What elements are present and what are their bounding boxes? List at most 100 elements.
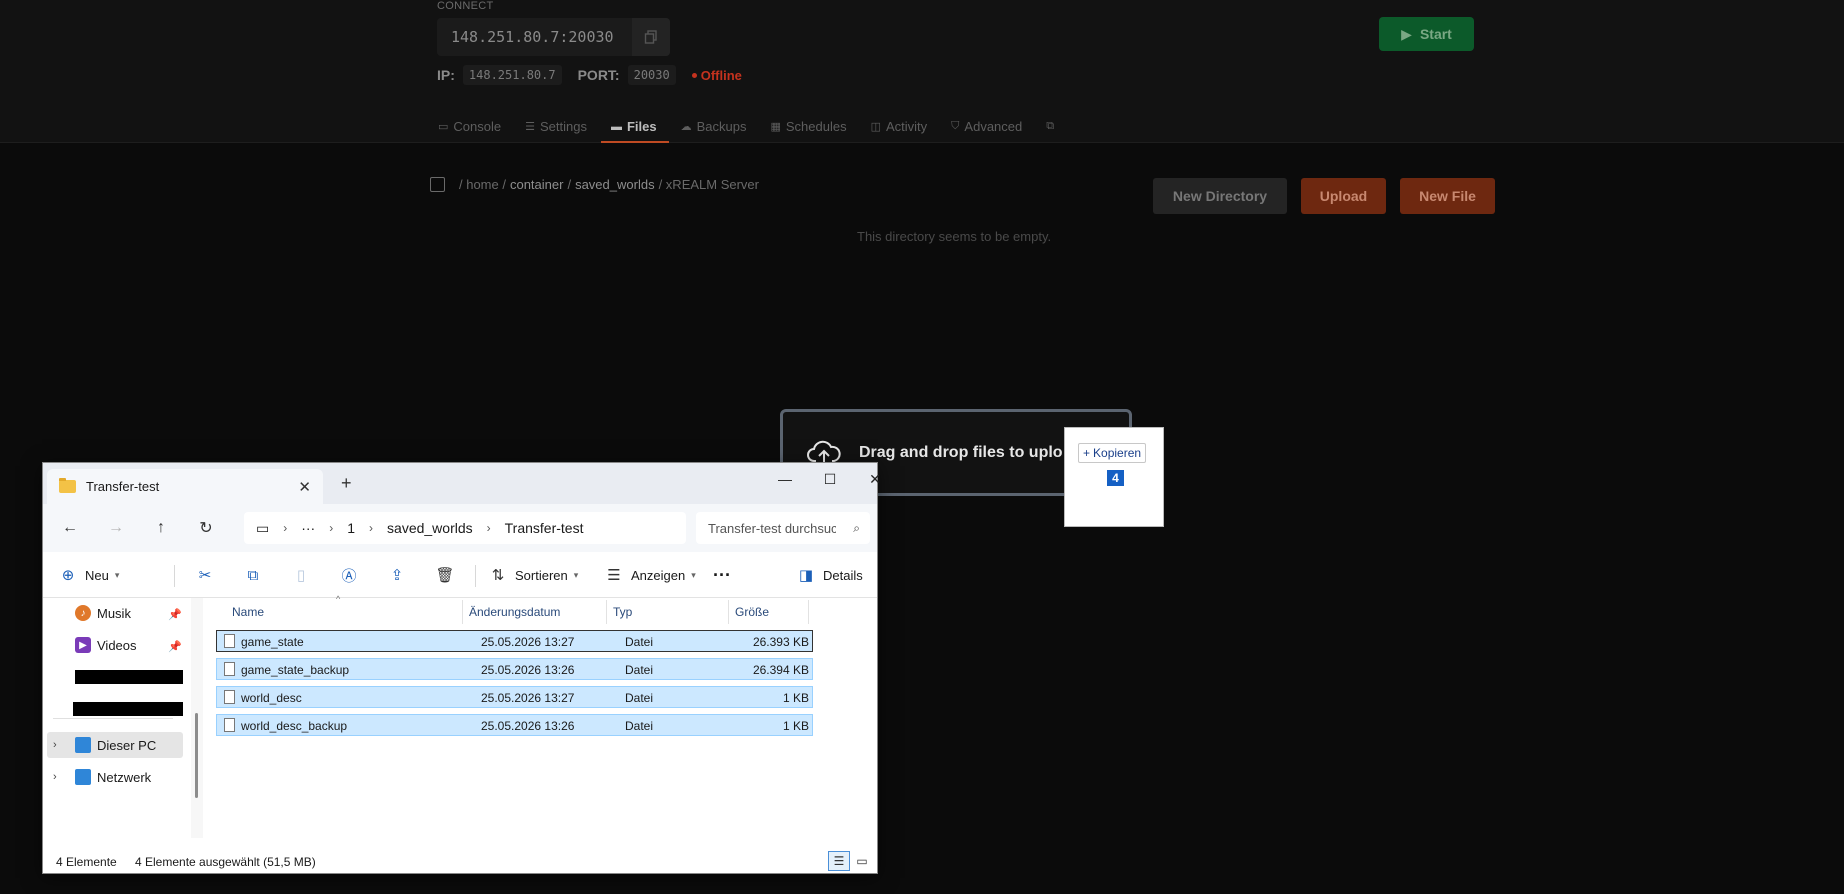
more-options-button[interactable]: ··· <box>713 563 731 587</box>
sort-button[interactable]: ⇅ Sortieren ▾ <box>487 563 579 587</box>
start-button[interactable]: ▶ Start <box>1379 17 1474 51</box>
details-view-button[interactable]: ☰ <box>828 851 850 871</box>
address-field[interactable]: 148.251.80.7:20030 <box>437 18 670 56</box>
paste-button[interactable]: ▯ <box>290 563 312 587</box>
table-row[interactable]: game_state_backup 25.05.2026 13:26 Datei… <box>216 658 813 680</box>
navigation-scrollbar[interactable] <box>191 598 203 838</box>
server-header: CONNECT 148.251.80.7:20030 IP: 148.251.8… <box>0 0 1844 143</box>
tab-settings[interactable]: ☰ Settings <box>525 110 599 143</box>
nav-item-dieser-pc[interactable]: Dieser PC <box>75 737 156 753</box>
status-dot-icon <box>691 72 697 78</box>
new-button[interactable]: ⊕ Neu ▾ <box>57 563 120 587</box>
breadcrumb-container[interactable]: container <box>510 177 563 192</box>
view-label: Anzeigen <box>631 567 686 583</box>
tiles-view-button[interactable]: ▭ <box>851 851 873 871</box>
chevron-right-icon[interactable]: › <box>53 771 57 783</box>
column-header-type[interactable]: Typ <box>607 600 729 624</box>
forward-button[interactable]: → <box>102 516 130 540</box>
column-header-name[interactable]: Name <box>226 600 463 624</box>
nav-item-netzwerk[interactable]: Netzwerk <box>75 769 151 785</box>
new-tab-button[interactable]: + <box>341 473 352 494</box>
calendar-icon: ▦ <box>770 121 781 133</box>
details-pane-icon: ◨ <box>798 567 814 584</box>
tab-files[interactable]: ▬ Files <box>601 110 669 143</box>
share-button[interactable]: ⇪ <box>386 563 408 587</box>
maximize-button[interactable]: ☐ <box>810 467 850 491</box>
path-segment[interactable]: Transfer-test <box>505 520 584 536</box>
port-value: 20030 <box>627 65 676 85</box>
activity-icon: ◫ <box>870 121 881 133</box>
copy-address-button[interactable] <box>632 18 670 56</box>
close-window-button[interactable]: ✕ <box>855 467 895 491</box>
external-link-button[interactable]: ⧉ <box>1046 110 1066 143</box>
tab-activity[interactable]: ◫ Activity <box>871 110 940 143</box>
select-all-checkbox[interactable] <box>430 177 445 192</box>
chevron-down-icon: ▾ <box>573 569 579 580</box>
file-icon <box>224 634 235 648</box>
empty-directory-message: This directory seems to be empty. <box>857 229 1052 244</box>
view-lines-icon: ☰ <box>607 567 621 584</box>
minimize-button[interactable]: ― <box>765 467 805 491</box>
back-button[interactable]: ← <box>56 516 84 540</box>
explorer-tab[interactable]: Transfer-test ✕ <box>47 469 323 504</box>
pin-icon[interactable]: 📌 <box>168 608 182 621</box>
external-link-icon: ⧉ <box>1046 120 1055 132</box>
copy-action-text: Kopieren <box>1093 446 1142 460</box>
tab-backups[interactable]: ☁ Backups <box>681 110 759 143</box>
upload-button[interactable]: Upload <box>1301 178 1386 214</box>
table-row[interactable]: world_desc_backup 25.05.2026 13:26 Datei… <box>216 714 813 736</box>
close-tab-icon[interactable]: ✕ <box>298 478 311 496</box>
copy-icon <box>644 30 657 44</box>
search-input[interactable]: Transfer-test durchsuchen ⌕ <box>696 512 870 544</box>
divider <box>174 565 175 587</box>
rename-button[interactable]: Ⓐ <box>338 563 360 587</box>
cut-button[interactable]: ✂ <box>194 563 216 587</box>
column-header-date[interactable]: Änderungsdatum <box>463 600 607 624</box>
connect-label: CONNECT <box>437 0 494 12</box>
path-segment[interactable]: saved_worlds <box>387 520 473 536</box>
network-icon <box>75 769 91 785</box>
file-icon <box>224 690 235 704</box>
selection-summary: 4 Elemente ausgewählt (51,5 MB) <box>135 855 316 869</box>
view-button[interactable]: ☰ Anzeigen ▾ <box>603 563 695 587</box>
new-directory-button[interactable]: New Directory <box>1153 178 1287 214</box>
tab-console[interactable]: ▭ Console <box>438 110 513 143</box>
table-row[interactable]: game_state 25.05.2026 13:27 Datei 26.393… <box>216 630 813 652</box>
new-file-button[interactable]: New File <box>1400 178 1495 214</box>
column-header-size[interactable]: Größe <box>729 600 809 624</box>
delete-button[interactable]: 🗑 <box>434 563 456 587</box>
pin-icon[interactable]: 📌 <box>168 640 182 653</box>
share-icon: ⇪ <box>390 567 404 584</box>
copy-button[interactable]: ⧉ <box>242 563 264 587</box>
tab-advanced[interactable]: ⛉ Advanced <box>951 110 1034 143</box>
breadcrumb-root[interactable]: / home / <box>459 177 506 192</box>
copy-action-label: + Kopieren <box>1078 443 1147 463</box>
sort-icon: ⇅ <box>491 567 505 584</box>
chevron-right-icon[interactable]: › <box>53 739 57 751</box>
drag-copy-tooltip: + Kopieren 4 <box>1064 427 1164 527</box>
status-bar: 4 Elemente 4 Elemente ausgewählt (51,5 M… <box>43 851 877 873</box>
nav-item-videos[interactable]: ▶ Videos <box>75 637 137 653</box>
up-button[interactable]: ↑ <box>147 516 175 540</box>
path-field[interactable]: ▭ › ··· › 1 › saved_worlds › Transfer-te… <box>244 512 686 544</box>
scissors-icon: ✂ <box>198 567 212 584</box>
tab-schedules[interactable]: ▦ Schedules <box>770 110 858 143</box>
tab-label: Backups <box>696 119 747 134</box>
table-row[interactable]: world_desc 25.05.2026 13:27 Datei 1 KB <box>216 686 813 708</box>
details-button[interactable]: ◨ Details <box>795 563 863 587</box>
breadcrumb-saved-worlds[interactable]: saved_worlds <box>575 177 655 192</box>
clipboard-icon: ▯ <box>296 567 306 584</box>
path-ellipsis[interactable]: ··· <box>301 520 315 536</box>
scrollbar-thumb[interactable] <box>195 713 198 798</box>
tiles-view-icon: ▭ <box>856 854 868 868</box>
file-size: 1 KB <box>782 691 809 705</box>
nav-item-musik[interactable]: ♪ Musik <box>75 605 131 621</box>
path-segment[interactable]: 1 <box>347 520 355 536</box>
chevron-right-icon: › <box>283 521 288 535</box>
tab-label: Schedules <box>785 119 847 134</box>
file-date: 25.05.2026 13:27 <box>481 635 575 649</box>
file-date: 25.05.2026 13:26 <box>481 719 575 733</box>
refresh-button[interactable]: ↻ <box>192 516 220 540</box>
ip-label: IP: <box>437 67 455 83</box>
file-type: Datei <box>625 635 654 649</box>
